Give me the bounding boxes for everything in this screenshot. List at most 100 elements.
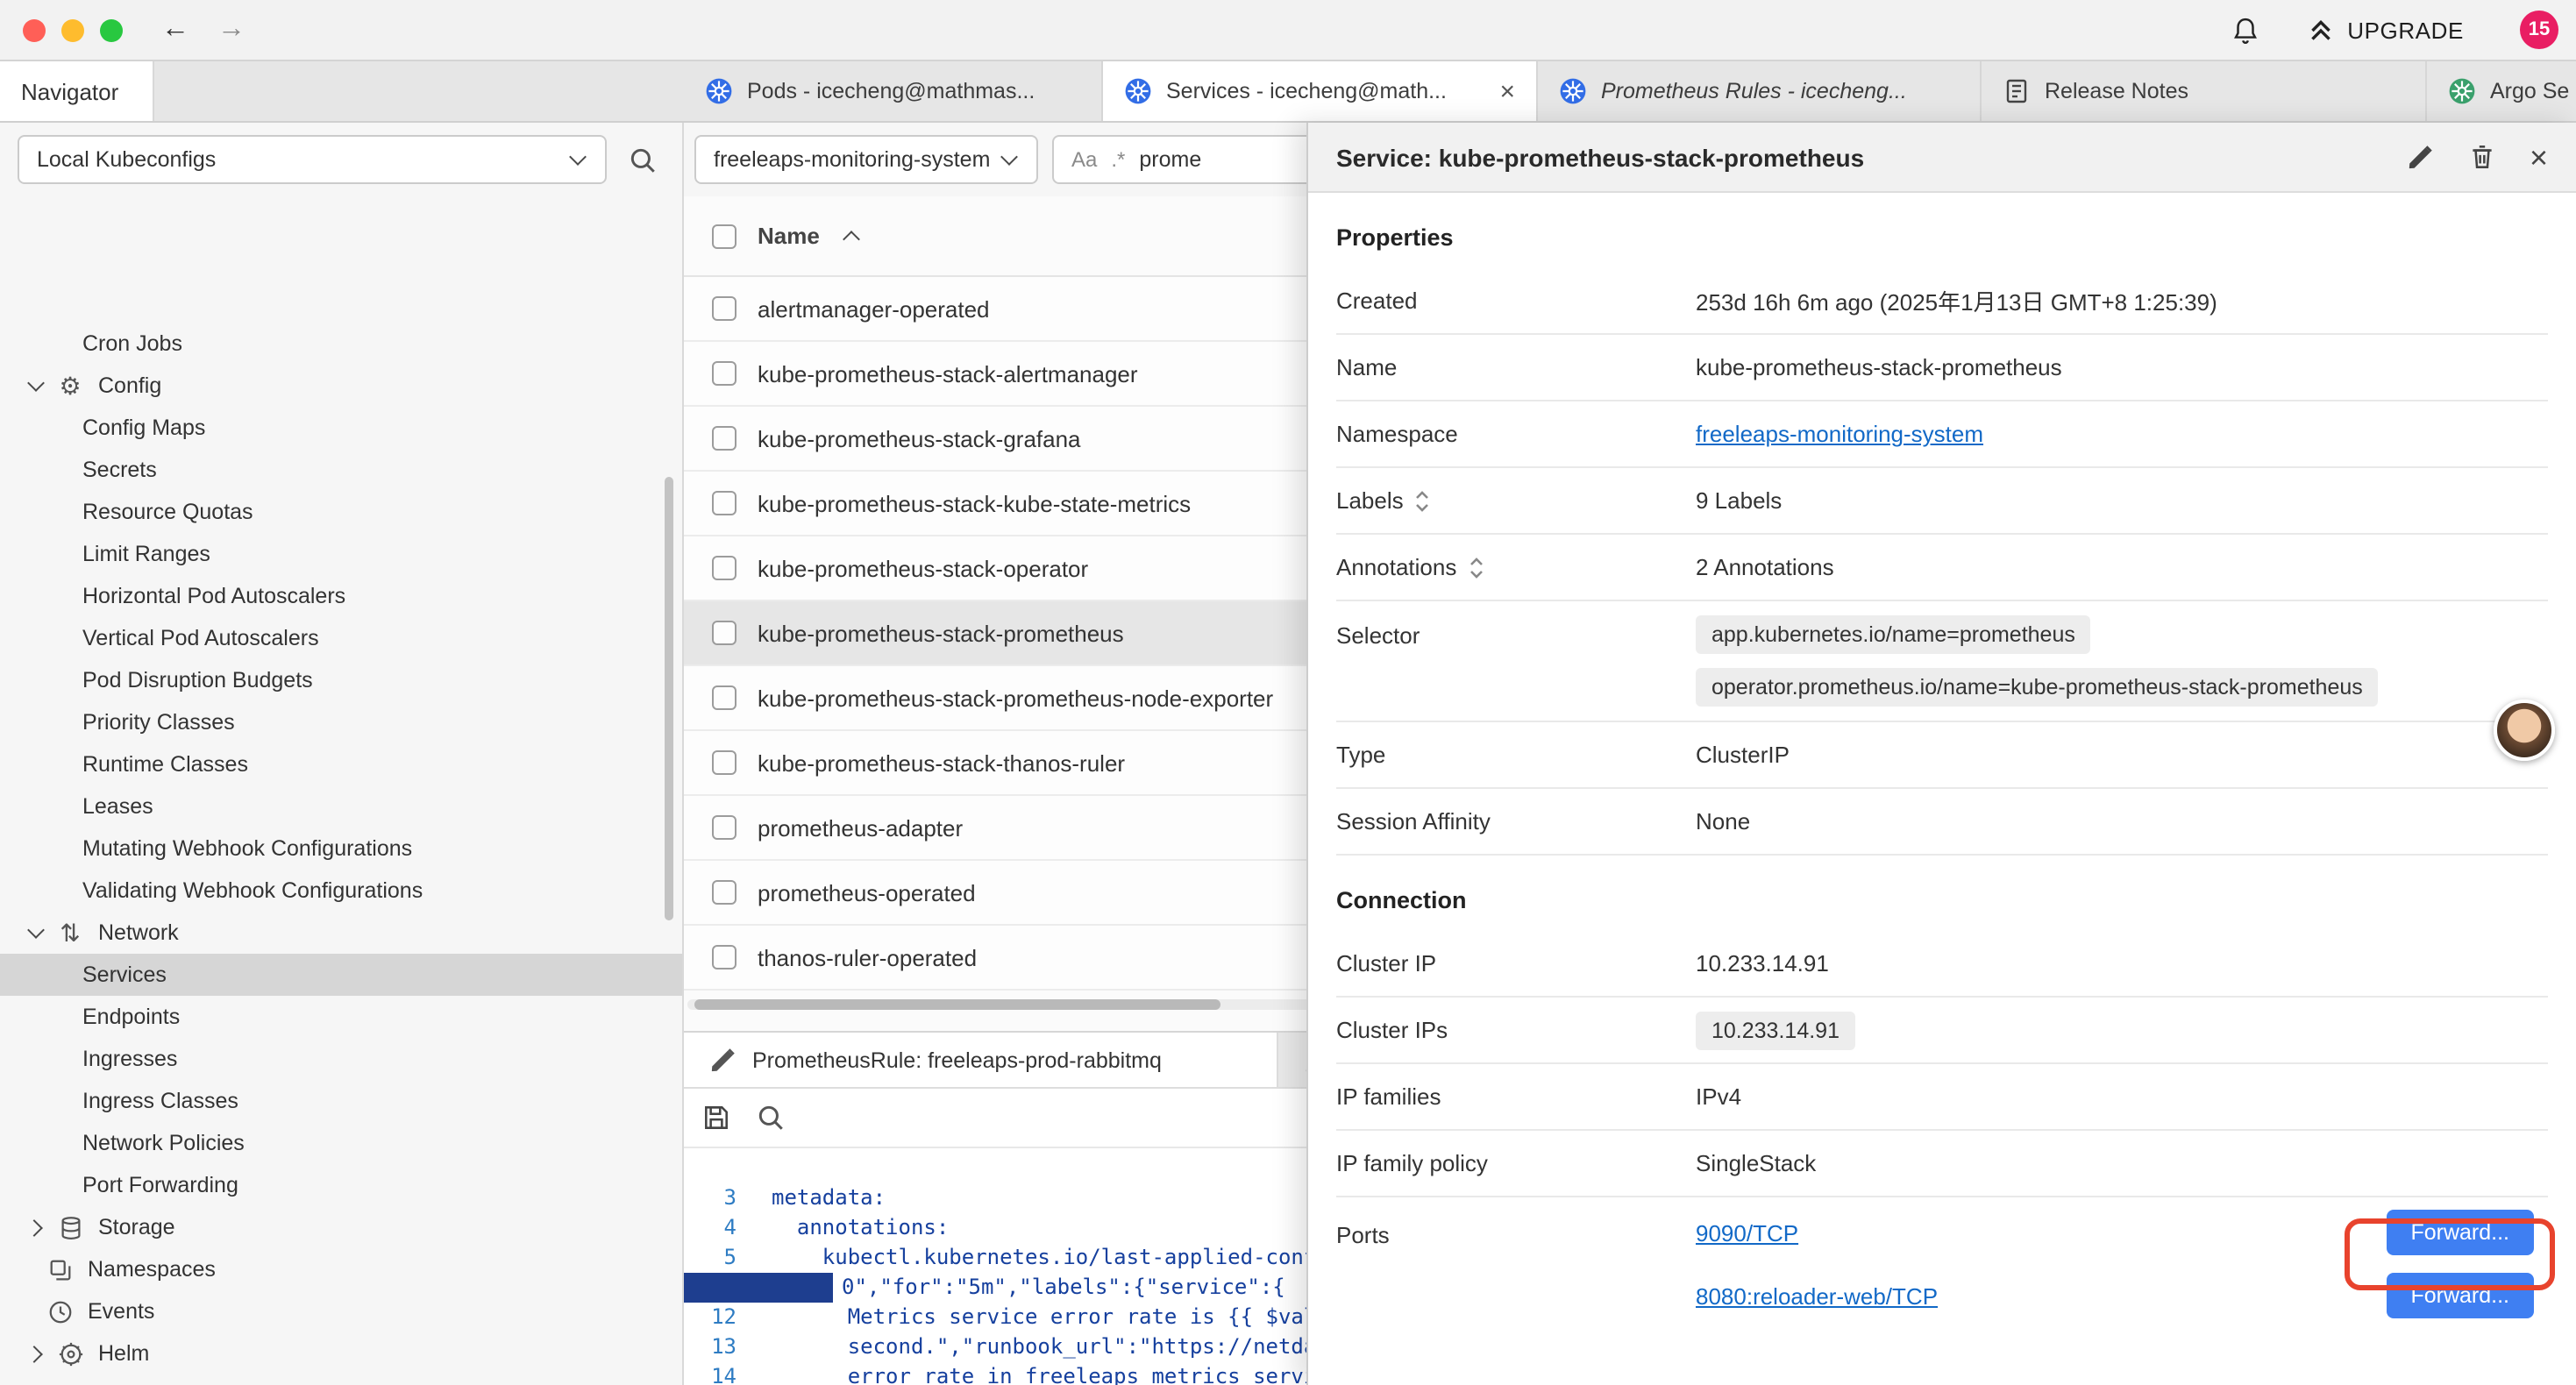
sidebar-item-network-policies[interactable]: Network Policies xyxy=(0,1122,682,1164)
namespace-link[interactable]: freeleaps-monitoring-system xyxy=(1696,421,1983,447)
chevron-right-icon xyxy=(25,1343,46,1364)
navigator-tree: Cron Jobs ⚙ Config Config Maps Secrets R… xyxy=(0,323,682,1385)
sort-asc-icon[interactable] xyxy=(841,225,862,246)
sidebar-item-priority-classes[interactable]: Priority Classes xyxy=(0,701,682,743)
sidebar-item-resource-quotas[interactable]: Resource Quotas xyxy=(0,491,682,533)
row-checkbox[interactable] xyxy=(712,750,737,775)
close-window-button[interactable] xyxy=(23,18,46,41)
close-icon[interactable]: × xyxy=(2530,141,2548,173)
row-checkbox[interactable] xyxy=(712,880,737,905)
session-affinity-row: Session Affinity None xyxy=(1336,789,2548,856)
match-case-toggle[interactable]: Aa xyxy=(1071,147,1097,172)
search-icon[interactable] xyxy=(756,1103,786,1133)
bell-icon[interactable] xyxy=(2230,15,2259,45)
labels-row: Labels 9 Labels xyxy=(1336,468,2548,535)
selector-badge: app.kubernetes.io/name=prometheus xyxy=(1696,615,2091,654)
sidebar-item-helm[interactable]: Helm xyxy=(0,1332,682,1374)
sidebar-item-config[interactable]: ⚙ Config xyxy=(0,365,682,407)
sidebar-item-namespaces[interactable]: Namespaces xyxy=(0,1248,682,1290)
back-icon[interactable]: ← xyxy=(161,14,189,46)
tab-release-notes[interactable]: Release Notes xyxy=(1982,61,2427,121)
selection-highlight xyxy=(684,1273,833,1303)
sidebar-item-ingresses[interactable]: Ingresses xyxy=(0,1038,682,1080)
tab-bar: Navigator Pods - icecheng@mathmas... Ser… xyxy=(0,61,2576,123)
search-icon[interactable] xyxy=(628,145,658,174)
pencil-icon[interactable] xyxy=(2407,142,2437,172)
sidebar-item-pod-disruption-budgets[interactable]: Pod Disruption Budgets xyxy=(0,659,682,701)
tab-services[interactable]: Services - icecheng@math... × xyxy=(1103,61,1538,121)
sidebar-item-endpoints[interactable]: Endpoints xyxy=(0,996,682,1038)
name-column-header[interactable]: Name xyxy=(758,223,820,249)
upgrade-label: UPGRADE xyxy=(2347,17,2464,43)
gear-icon: ⚙ xyxy=(56,372,84,400)
sidebar-item-vertical-pod-autoscalers[interactable]: Vertical Pod Autoscalers xyxy=(0,617,682,659)
sidebar-item-services[interactable]: Services xyxy=(0,954,682,996)
navigator-strip: Navigator xyxy=(0,61,684,121)
clock-icon xyxy=(46,1297,74,1325)
chevron-down-icon xyxy=(25,375,46,396)
sidebar-item-limit-ranges[interactable]: Limit Ranges xyxy=(0,533,682,575)
window-controls xyxy=(0,18,123,41)
sidebar-item-config-maps[interactable]: Config Maps xyxy=(0,407,682,449)
upgrade-button[interactable]: UPGRADE xyxy=(2305,15,2464,45)
row-checkbox[interactable] xyxy=(712,685,737,710)
chevrons-up-down-icon[interactable] xyxy=(1414,488,1432,513)
cluster-ip-row: Cluster IP 10.233.14.91 xyxy=(1336,931,2548,998)
sidebar-item-runtime-classes[interactable]: Runtime Classes xyxy=(0,743,682,785)
tab-prometheus-rules[interactable]: Prometheus Rules - icecheng... xyxy=(1538,61,1982,121)
kubernetes-icon xyxy=(2448,77,2476,105)
row-checkbox[interactable] xyxy=(712,945,737,970)
row-checkbox[interactable] xyxy=(712,491,737,515)
sidebar-item-events[interactable]: Events xyxy=(0,1290,682,1332)
namespace-select[interactable]: freeleaps-monitoring-system xyxy=(694,135,1038,184)
tab-close-icon[interactable]: × xyxy=(1489,78,1515,104)
sidebar-item-storage[interactable]: Storage xyxy=(0,1206,682,1248)
row-checkbox[interactable] xyxy=(712,621,737,645)
sidebar-item-ingress-classes[interactable]: Ingress Classes xyxy=(0,1080,682,1122)
minimize-window-button[interactable] xyxy=(61,18,84,41)
port-link-8080[interactable]: 8080:reloader-web/TCP xyxy=(1696,1282,1938,1309)
sidebar-scrollbar[interactable] xyxy=(665,477,673,920)
save-icon[interactable] xyxy=(701,1103,731,1133)
row-checkbox[interactable] xyxy=(712,361,737,386)
ip-families-row: IP families IPv4 xyxy=(1336,1064,2548,1131)
notification-count-badge[interactable]: 15 xyxy=(2520,11,2558,49)
user-avatar[interactable] xyxy=(2494,700,2555,761)
trash-icon[interactable] xyxy=(2468,142,2498,172)
selector-badge: operator.prometheus.io/name=kube-prometh… xyxy=(1696,668,2379,707)
sidebar-item-secrets[interactable]: Secrets xyxy=(0,449,682,491)
row-checkbox[interactable] xyxy=(712,426,737,451)
regex-toggle[interactable]: .* xyxy=(1111,147,1125,172)
chevrons-up-down-icon[interactable] xyxy=(1467,555,1484,579)
port-link-9090[interactable]: 9090/TCP xyxy=(1696,1219,1798,1246)
sidebar-item-mutating-webhook-configurations[interactable]: Mutating Webhook Configurations xyxy=(0,827,682,870)
helm-icon xyxy=(56,1339,84,1367)
sidebar-item-leases[interactable]: Leases xyxy=(0,785,682,827)
sidebar-item-network[interactable]: ⇅ Network xyxy=(0,912,682,954)
sidebar-item-access-control[interactable]: Access Control xyxy=(0,1374,682,1385)
annotations-row: Annotations 2 Annotations xyxy=(1336,535,2548,601)
service-details-panel: Service: kube-prometheus-stack-prometheu… xyxy=(1306,123,2576,1385)
row-checkbox[interactable] xyxy=(712,556,737,580)
sidebar-item-validating-webhook-configurations[interactable]: Validating Webhook Configurations xyxy=(0,870,682,912)
sidebar-item-port-forwarding[interactable]: Port Forwarding xyxy=(0,1164,682,1206)
network-icon: ⇅ xyxy=(56,919,84,947)
sidebar-item-cron-jobs[interactable]: Cron Jobs xyxy=(0,323,682,365)
row-checkbox[interactable] xyxy=(712,296,737,321)
navigator-panel-tab[interactable]: Navigator xyxy=(0,61,154,121)
dock-tab-prometheusrule[interactable]: PrometheusRule: freeleaps-prod-rabbitmq xyxy=(684,1033,1278,1087)
scrollbar-thumb[interactable] xyxy=(694,999,1220,1010)
kubeconfig-select[interactable]: Local Kubeconfigs xyxy=(18,135,607,184)
created-row: Created 253d 16h 6m ago (2025年1月13日 GMT+… xyxy=(1336,268,2548,335)
sidebar-item-horizontal-pod-autoscalers[interactable]: Horizontal Pod Autoscalers xyxy=(0,575,682,617)
annotation-highlight xyxy=(2345,1218,2555,1290)
maximize-window-button[interactable] xyxy=(100,18,123,41)
tab-pods[interactable]: Pods - icecheng@mathmas... xyxy=(684,61,1103,121)
ip-family-policy-row: IP family policy SingleStack xyxy=(1336,1131,2548,1197)
select-all-checkbox[interactable] xyxy=(712,224,737,248)
tab-argo[interactable]: Argo Se xyxy=(2427,61,2576,121)
row-checkbox[interactable] xyxy=(712,815,737,840)
kubernetes-icon xyxy=(1559,77,1587,105)
panel-body: Properties Created 253d 16h 6m ago (2025… xyxy=(1308,193,2576,1385)
forward-icon[interactable]: → xyxy=(217,14,246,46)
